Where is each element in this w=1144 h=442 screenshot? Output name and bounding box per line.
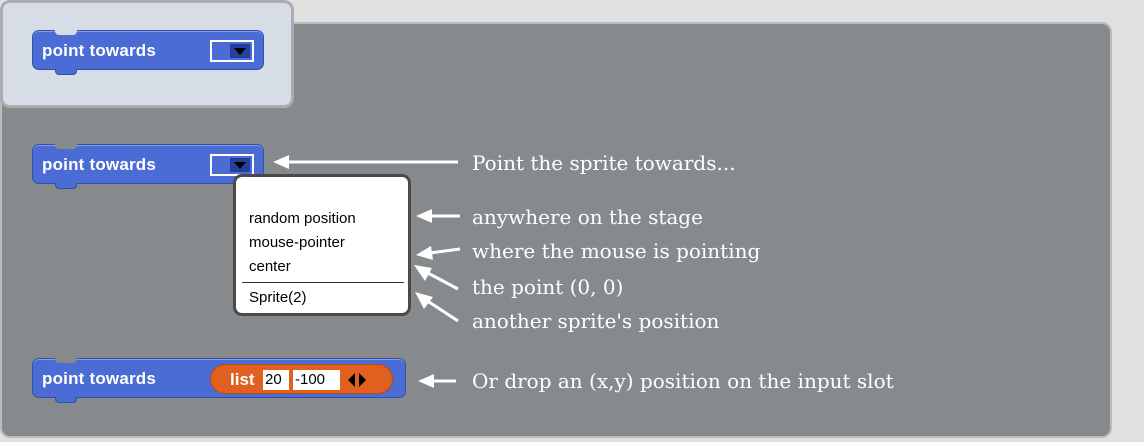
annotation-point-towards: Point the sprite towards...	[472, 151, 736, 175]
arrow-head-icon	[414, 265, 432, 281]
arrow-head-icon	[416, 246, 433, 260]
annotation-mouse-pointer: where the mouse is pointing	[472, 239, 761, 263]
arrow-center	[425, 270, 459, 291]
arrow-head-icon	[415, 292, 433, 309]
arrow-head-icon	[418, 374, 434, 388]
annotation-random-position: anywhere on the stage	[472, 205, 703, 229]
arrow-mouse-pointer	[429, 247, 461, 255]
annotation-sprite: another sprite's position	[472, 309, 720, 333]
arrow-head-icon	[273, 155, 289, 169]
arrow-head-icon	[416, 209, 432, 223]
arrow-sprite	[425, 298, 459, 323]
annotation-center: the point (0, 0)	[472, 275, 624, 299]
annotation-input-slot: Or drop an (x,y) position on the input s…	[472, 369, 894, 393]
